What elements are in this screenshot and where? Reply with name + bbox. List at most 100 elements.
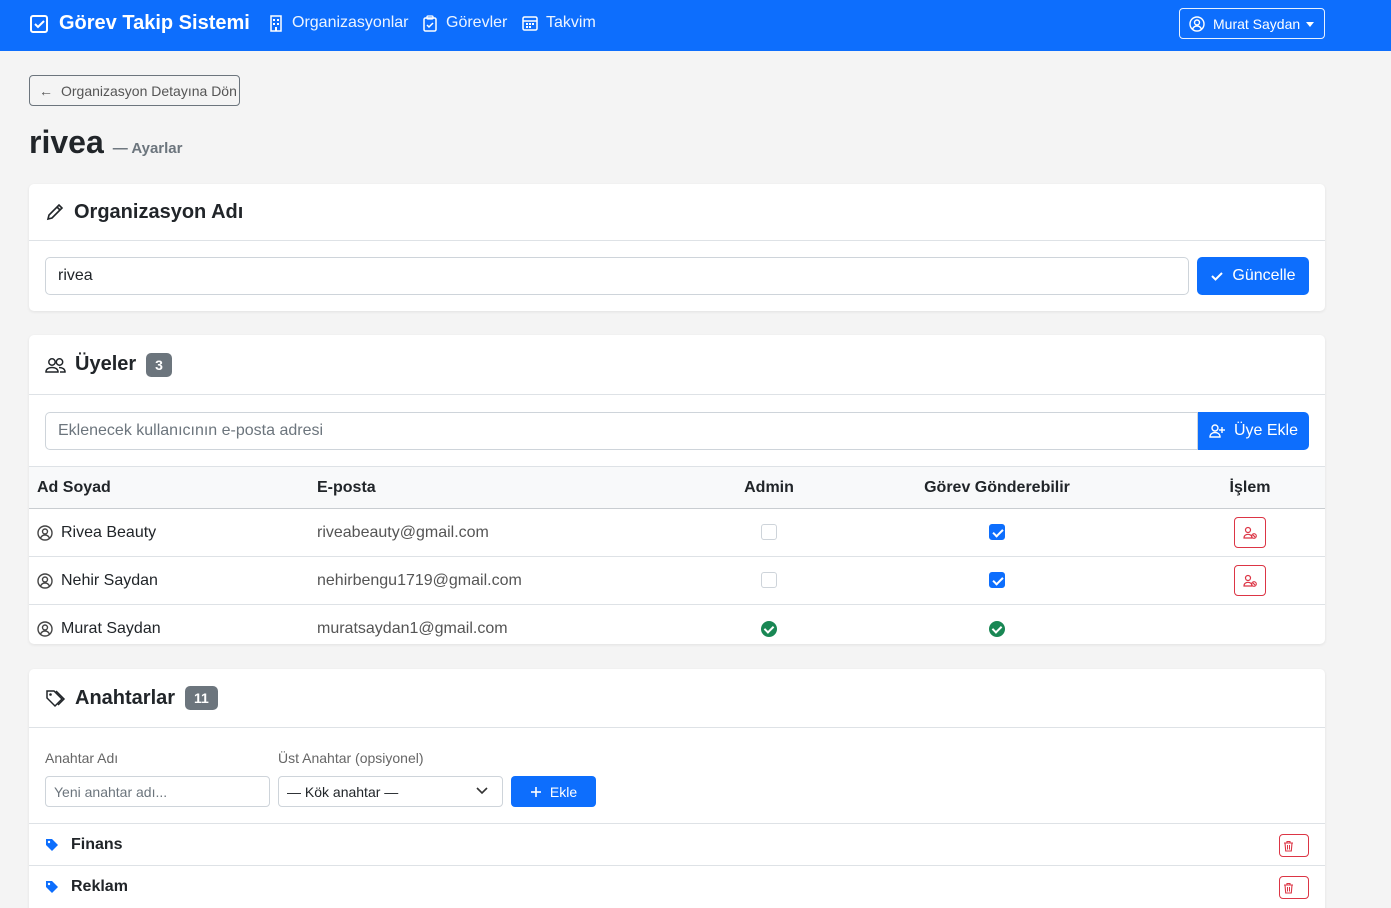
update-button[interactable]: Güncelle	[1197, 257, 1309, 295]
cell-action	[1175, 605, 1325, 653]
can-send-checkbox[interactable]	[989, 524, 1005, 541]
tag-name-placeholder: Yeni anahtar adı...	[54, 783, 168, 800]
nav-organizasyonlar[interactable]: Organizasyonlar	[268, 14, 409, 32]
check-square-icon	[30, 14, 48, 33]
pencil-icon	[46, 203, 64, 221]
person-plus-icon	[1209, 424, 1225, 438]
back-button-label: Organizasyon Detayına Dön	[61, 82, 237, 99]
cell-action	[1175, 508, 1325, 557]
tags-card: Anahtarlar 11 Anahtar Adı Üst Anahtar (o…	[29, 669, 1325, 908]
calendar-icon	[522, 16, 538, 31]
user-circle-icon	[1189, 15, 1205, 32]
list-item: Finans	[29, 823, 1325, 865]
member-email-placeholder: Eklenecek kullanıcının e-posta adresi	[58, 422, 324, 439]
person-x-icon	[1243, 574, 1257, 587]
admin-checkbox[interactable]	[761, 572, 777, 589]
org-name-card: Organizasyon Adı rivea Güncelle	[29, 184, 1325, 311]
user-circle-icon	[37, 621, 53, 637]
col-action: İşlem	[1175, 466, 1325, 509]
member-name: Nehir Saydan	[61, 571, 158, 589]
cell-can-send	[819, 605, 1175, 653]
card-title: Organizasyon Adı	[74, 200, 244, 223]
nav-label: Görevler	[446, 14, 508, 31]
parent-tag-label: Üst Anahtar (opsiyonel)	[278, 750, 424, 766]
add-member-label: Üye Ekle	[1233, 422, 1299, 439]
tag-name-input[interactable]: Yeni anahtar adı...	[45, 776, 270, 807]
parent-tag-value: — Kök anahtar —	[287, 783, 399, 800]
tag-name: Finans	[71, 835, 123, 853]
member-email: riveabeauty@gmail.com	[309, 508, 719, 557]
page-title: rivea — Ayarlar	[29, 124, 183, 161]
cell-name: Nehir Saydan	[29, 556, 309, 605]
col-admin: Admin	[719, 466, 819, 509]
org-name-input[interactable]: rivea	[45, 257, 1189, 295]
table-header-row: Ad Soyad E-posta Admin Görev Gönderebili…	[29, 466, 1325, 509]
user-menu-button[interactable]: Murat Saydan	[1179, 8, 1325, 39]
card-header: Organizasyon Adı	[29, 184, 1325, 241]
nav-takvim[interactable]: Takvim	[522, 14, 596, 32]
tags-icon	[46, 689, 66, 707]
add-tag-label: Ekle	[549, 783, 578, 800]
top-navbar: Görev Takip Sistemi Organizasyonlar Göre…	[0, 0, 1391, 51]
add-member-button[interactable]: Üye Ekle	[1198, 412, 1309, 450]
nav-label: Takvim	[546, 14, 596, 31]
nav-gorevler[interactable]: Görevler	[422, 14, 507, 32]
member-email-input[interactable]: Eklenecek kullanıcının e-posta adresi	[45, 412, 1198, 450]
user-name: Murat Saydan	[1213, 15, 1301, 32]
brand[interactable]: Görev Takip Sistemi	[29, 12, 250, 35]
trash-icon	[1283, 840, 1293, 852]
check-icon	[1211, 272, 1224, 281]
clipboard-check-icon	[423, 14, 437, 32]
arrow-left-icon: ←	[39, 82, 53, 99]
card-title: Anahtarlar	[75, 686, 176, 709]
member-count-badge: 3	[146, 352, 172, 377]
col-can-send: Görev Gönderebilir	[819, 466, 1175, 509]
tag-name-label: Anahtar Adı	[45, 750, 119, 766]
nav-label: Organizasyonlar	[292, 14, 409, 31]
tag-icon	[46, 838, 58, 851]
delete-tag-button[interactable]	[1279, 834, 1309, 857]
members-card: Üyeler 3 Eklenecek kullanıcının e-posta …	[29, 335, 1325, 644]
plus-icon	[530, 786, 541, 797]
can-send-checkbox[interactable]	[989, 572, 1005, 589]
add-tag-button[interactable]: Ekle	[511, 776, 596, 807]
remove-member-button[interactable]	[1234, 517, 1266, 548]
cell-admin	[719, 508, 819, 557]
delete-tag-button[interactable]	[1279, 876, 1309, 899]
cell-admin	[719, 605, 819, 653]
admin-checkbox[interactable]	[761, 524, 777, 541]
remove-member-button[interactable]	[1234, 565, 1266, 596]
card-header: Anahtarlar 11	[29, 669, 1325, 728]
col-name: Ad Soyad	[29, 466, 309, 509]
org-title: rivea	[29, 124, 104, 160]
table-row: Rivea Beauty riveabeauty@gmail.com	[29, 508, 1325, 557]
col-email: E-posta	[309, 466, 719, 509]
user-circle-icon	[37, 572, 53, 589]
back-to-org-button[interactable]: ← Organizasyon Detayına Dön	[29, 75, 240, 106]
member-name: Murat Saydan	[61, 619, 161, 637]
card-title: Üyeler	[75, 353, 137, 375]
check-circle-icon	[989, 620, 1005, 637]
parent-tag-select[interactable]: — Kök anahtar —	[278, 776, 503, 807]
list-item: Reklam	[29, 865, 1325, 907]
page-subtitle: — Ayarlar	[112, 140, 183, 157]
member-email: nehirbengu1719@gmail.com	[309, 556, 719, 605]
chevron-down-icon	[476, 787, 488, 795]
members-table: Ad Soyad E-posta Admin Görev Gönderebili…	[29, 466, 1325, 653]
update-label: Güncelle	[1232, 267, 1296, 284]
user-circle-icon	[37, 524, 53, 541]
check-circle-icon	[761, 620, 777, 637]
member-email: muratsaydan1@gmail.com	[317, 619, 508, 637]
cell-can-send	[819, 508, 1175, 557]
people-icon	[45, 357, 66, 373]
building-icon	[270, 14, 282, 32]
tag-name: Reklam	[71, 877, 128, 895]
cell-admin	[719, 556, 819, 605]
tag-icon	[46, 880, 58, 893]
person-x-icon	[1243, 526, 1257, 539]
tag-count-badge: 11	[185, 686, 218, 710]
cell-action	[1175, 556, 1325, 605]
trash-icon	[1283, 882, 1293, 894]
cell-can-send	[819, 556, 1175, 605]
cell-name: Murat Saydan	[29, 605, 309, 653]
